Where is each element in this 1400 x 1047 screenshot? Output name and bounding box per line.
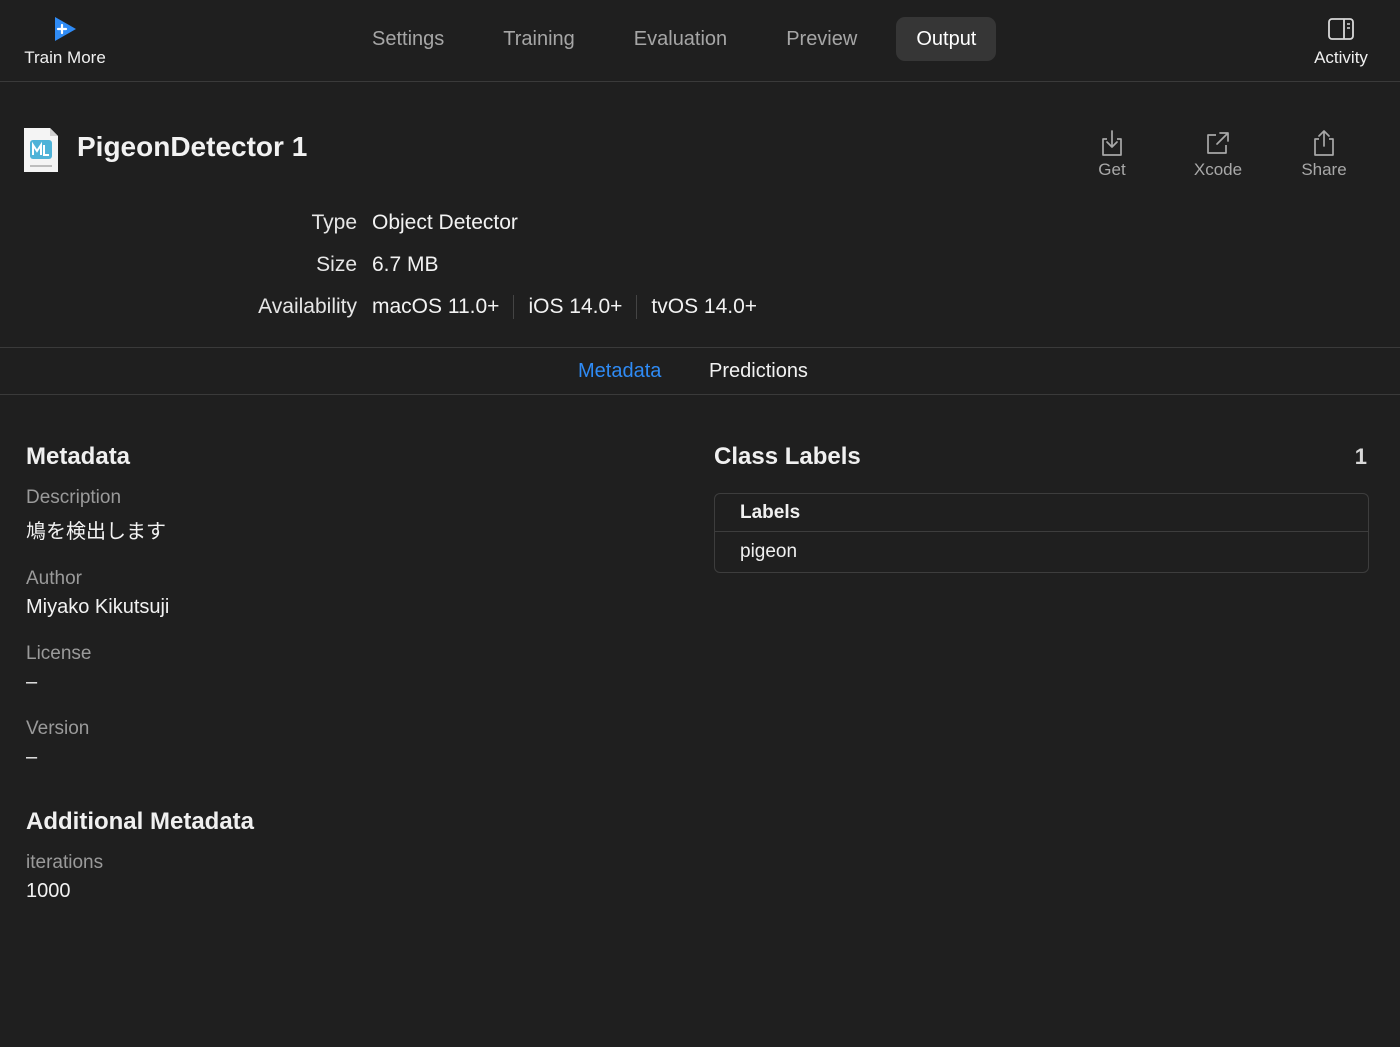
- iterations-field: iterations 1000: [26, 852, 626, 903]
- type-value: Object Detector: [372, 211, 518, 234]
- share-icon: [1310, 128, 1338, 158]
- availability-macos: macOS 11.0+: [372, 295, 515, 319]
- open-external-icon: [1204, 128, 1232, 158]
- author-label: Author: [26, 568, 82, 589]
- info-row-size: Size 6.7 MB: [0, 250, 900, 292]
- license-field: License –: [26, 643, 626, 694]
- download-icon: [1098, 128, 1126, 158]
- version-value: –: [26, 746, 38, 768]
- size-value: 6.7 MB: [372, 253, 439, 276]
- description-value: 鳩を検出します: [26, 521, 166, 543]
- availability-values: macOS 11.0+ iOS 14.0+ tvOS 14.0+: [372, 295, 785, 319]
- class-labels-table: Labels pigeon: [714, 493, 1369, 573]
- version-label: Version: [26, 718, 90, 739]
- iterations-value: 1000: [26, 880, 71, 902]
- sidebar-right-icon: [1326, 14, 1356, 44]
- availability-ios: iOS 14.0+: [528, 295, 638, 319]
- description-label: Description: [26, 487, 122, 508]
- activity-label: Activity: [1314, 48, 1368, 67]
- author-value: Miyako Kikutsuji: [26, 596, 170, 618]
- toolbar: Train More Settings Training Evaluation …: [0, 0, 1400, 82]
- model-info: Type Object Detector Size 6.7 MB Availab…: [0, 208, 900, 334]
- info-row-type: Type Object Detector: [0, 208, 900, 250]
- get-label: Get: [1098, 160, 1126, 179]
- train-more-label: Train More: [24, 48, 106, 67]
- play-plus-icon: [50, 14, 80, 44]
- class-labels-header: Class Labels 1: [714, 443, 1369, 471]
- main-tabs: Settings Training Evaluation Preview Out…: [352, 17, 997, 61]
- table-row[interactable]: pigeon: [715, 532, 1368, 572]
- model-name: PigeonDetector 1: [77, 131, 308, 162]
- metadata-section: Metadata Description 鳩を検出します Author Miya…: [26, 443, 626, 769]
- tab-preview[interactable]: Preview: [766, 17, 877, 61]
- tab-evaluation[interactable]: Evaluation: [614, 17, 747, 61]
- license-label: License: [26, 643, 92, 664]
- license-value: –: [26, 671, 38, 693]
- ml-model-file-icon: [22, 126, 60, 174]
- share-label: Share: [1301, 160, 1347, 179]
- iterations-label: iterations: [26, 852, 104, 873]
- additional-metadata-section: Additional Metadata iterations 1000: [26, 808, 626, 903]
- metadata-title: Metadata: [26, 443, 131, 470]
- additional-metadata-title: Additional Metadata: [26, 808, 255, 835]
- author-field: Author Miyako Kikutsuji: [26, 568, 626, 619]
- tab-settings[interactable]: Settings: [352, 17, 464, 61]
- class-labels-count: 1: [1354, 444, 1367, 469]
- output-segment-bar: Metadata Predictions: [0, 347, 1400, 395]
- size-label: Size: [316, 253, 357, 276]
- description-field: Description 鳩を検出します: [26, 487, 626, 544]
- info-row-availability: Availability macOS 11.0+ iOS 14.0+ tvOS …: [0, 292, 900, 334]
- segment-predictions[interactable]: Predictions: [709, 360, 808, 383]
- class-labels-title: Class Labels: [714, 443, 861, 470]
- xcode-label: Xcode: [1193, 160, 1243, 179]
- availability-tvos: tvOS 14.0+: [651, 295, 758, 318]
- train-more-button[interactable]: Train More: [14, 14, 116, 76]
- activity-button[interactable]: Activity: [1296, 14, 1386, 76]
- labels-column-header: Labels: [715, 494, 1368, 532]
- class-labels-section: Class Labels 1 Labels pigeon: [714, 443, 1369, 573]
- tab-output[interactable]: Output: [896, 17, 997, 61]
- share-button[interactable]: Share: [1274, 128, 1374, 180]
- model-actions: Get Xcode Share: [1056, 128, 1374, 180]
- segment-metadata[interactable]: Metadata: [578, 360, 661, 383]
- xcode-button[interactable]: Xcode: [1168, 128, 1268, 180]
- tab-training[interactable]: Training: [483, 17, 595, 61]
- type-label: Type: [311, 211, 357, 234]
- version-field: Version –: [26, 718, 626, 769]
- get-button[interactable]: Get: [1062, 128, 1162, 180]
- availability-label: Availability: [258, 295, 357, 318]
